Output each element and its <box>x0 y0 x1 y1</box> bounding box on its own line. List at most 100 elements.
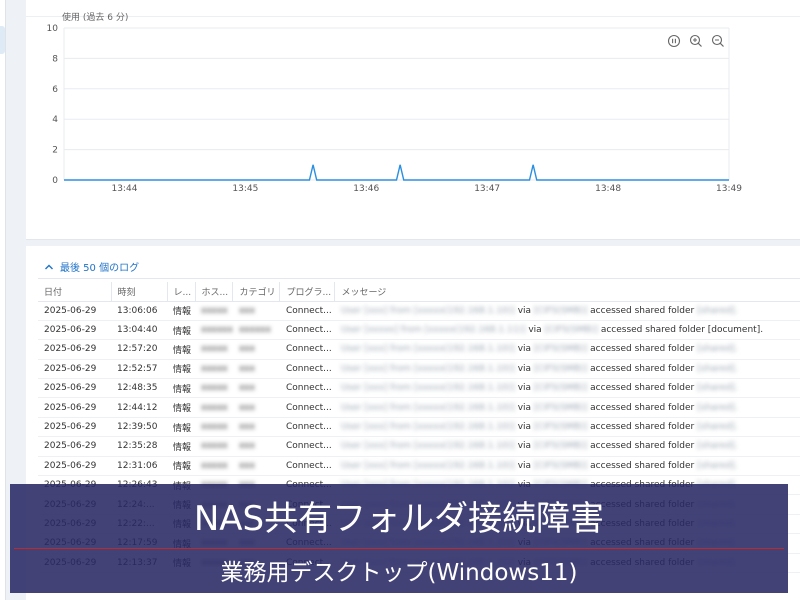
message-via: via <box>517 441 532 452</box>
message-action: accessed shared folder <box>600 325 705 336</box>
y-tick-label: 0 <box>52 176 58 186</box>
cell-program: Connect... <box>279 359 335 380</box>
cell-host: xxxxx <box>195 339 233 360</box>
x-tick-label: 13:48 <box>595 184 621 194</box>
column-header-message[interactable]: メッセージ <box>334 282 800 302</box>
column-header-date[interactable]: 日付 <box>38 282 112 302</box>
message-protocol: [CIFS(SMB)] <box>533 344 588 355</box>
cell-host: xxxxxx <box>195 320 233 341</box>
cell-level: 情報 <box>167 456 195 477</box>
cell-message: User [xxx] from [xxxxx(192.168.1.10)] vi… <box>334 397 800 418</box>
message-user-source: User [xxx] from [xxxxx(192.168.1.10)] <box>340 383 515 394</box>
cell-level: 情報 <box>167 397 195 418</box>
message-user-source: User [xxx] from [xxxxx(192.168.1.10)] <box>340 305 515 316</box>
cell-level: 情報 <box>167 436 195 457</box>
cell-program: Connect... <box>279 301 335 321</box>
log-row[interactable]: 2025-06-29 13:04:40 情報 xxxxxx xxxxxx Connect.… <box>38 320 800 341</box>
chart-panel: 使用 (過去 6 分) 0 2 4 6 8 10 13:44 13:45 13:46 13:47… <box>26 0 800 240</box>
caption-rule <box>14 548 784 549</box>
message-via: via <box>517 402 532 413</box>
cell-level: 情報 <box>167 359 195 380</box>
message-via: via <box>517 422 532 433</box>
zoom-out-icon[interactable] <box>711 33 725 47</box>
cell-program: Connect... <box>279 320 335 341</box>
cell-time: 12:48:35 <box>111 378 167 399</box>
cell-category: xxx <box>232 436 280 457</box>
message-folder: [shared]. <box>697 305 738 316</box>
message-via: via <box>517 363 532 374</box>
message-action: accessed shared folder <box>590 460 695 471</box>
cell-message: User [xxx] from [xxxxx(192.168.1.10)] vi… <box>334 417 800 438</box>
cell-date: 2025-06-29 <box>38 378 111 399</box>
cell-time: 12:44:12 <box>111 397 167 418</box>
cell-level: 情報 <box>167 339 195 360</box>
log-section-toggle[interactable]: 最後 50 個のログ <box>44 259 139 274</box>
column-header-program[interactable]: プログラ... <box>279 282 336 302</box>
log-row[interactable]: 2025-06-29 13:06:06 情報 xxxxx xxx Connect... Us… <box>38 301 800 321</box>
message-folder: [shared]. <box>697 441 738 452</box>
cell-time: 13:04:40 <box>111 320 167 341</box>
message-folder: [shared]. <box>697 383 738 394</box>
y-tick-label: 10 <box>47 24 59 34</box>
cell-category: xxx <box>232 339 280 360</box>
log-row[interactable]: 2025-06-29 12:48:35 情報 xxxxx xxx Connect... Us… <box>38 378 800 399</box>
cell-date: 2025-06-29 <box>38 456 111 477</box>
cell-time: 13:06:06 <box>111 301 167 321</box>
series-line <box>64 164 729 181</box>
cell-date: 2025-06-29 <box>38 320 111 341</box>
caption-title: NAS共有フォルダ接続障害 <box>193 499 605 539</box>
cell-program: Connect... <box>279 339 335 360</box>
log-row[interactable]: 2025-06-29 12:39:50 情報 xxxxx xxx Connect... Us… <box>38 417 800 438</box>
cell-date: 2025-06-29 <box>38 436 111 457</box>
chevron-up-icon <box>45 264 53 269</box>
message-folder: [shared]. <box>697 422 738 433</box>
cell-category: xxx <box>232 417 280 438</box>
y-tick-label: 6 <box>52 85 58 95</box>
message-user-source: User [xxx] from [xxxxx(192.168.1.10)] <box>340 441 515 452</box>
x-tick-label: 13:44 <box>111 184 137 194</box>
cell-date: 2025-06-29 <box>38 417 111 438</box>
zoom-in-icon[interactable] <box>689 33 703 47</box>
cell-category: xxxxxx <box>232 320 280 341</box>
message-via: via <box>517 383 532 394</box>
x-tick-label: 13:47 <box>474 184 500 194</box>
sidebar-active-item[interactable] <box>0 26 5 54</box>
message-user-source: User [xxx] from [xxxxx(192.168.1.10)] <box>340 363 515 374</box>
log-row[interactable]: 2025-06-29 12:35:28 情報 xxxxx xxx Connect... Us… <box>38 436 800 457</box>
x-tick-label: 13:46 <box>353 184 379 194</box>
message-action: accessed shared folder <box>590 441 695 452</box>
cell-date: 2025-06-29 <box>38 339 111 360</box>
cell-time: 12:57:20 <box>111 339 167 360</box>
message-protocol: [CIFS(SMB)] <box>533 305 588 316</box>
message-protocol: [CIFS(SMB)] <box>533 363 588 374</box>
message-via: via <box>517 344 532 355</box>
column-header-time[interactable]: 時刻 <box>111 282 168 302</box>
cell-level: 情報 <box>167 320 195 341</box>
log-table-header: 日付 時刻 レ... ホス... カテゴリ プログラ... メッセージ <box>38 282 800 302</box>
message-protocol: [CIFS(SMB)] <box>533 441 588 452</box>
cell-category: xxx <box>232 397 280 418</box>
pause-icon[interactable] <box>667 33 681 48</box>
message-user-source: User [xxx] from [xxxxx(192.168.1.10)] <box>340 344 515 355</box>
column-header-level[interactable]: レ... <box>167 282 196 302</box>
caption-overlay: NAS共有フォルダ接続障害 業務用デスクトップ(Windows11) <box>10 484 788 593</box>
cell-date: 2025-06-29 <box>38 397 111 418</box>
column-header-host[interactable]: ホス... <box>195 282 234 302</box>
message-action: accessed shared folder <box>590 383 695 394</box>
column-header-category[interactable]: カテゴリ <box>232 282 281 302</box>
cell-time: 12:31:06 <box>111 456 167 477</box>
log-row[interactable]: 2025-06-29 12:57:20 情報 xxxxx xxx Connect... Us… <box>38 339 800 360</box>
cell-category: xxx <box>232 378 280 399</box>
x-tick-label: 13:49 <box>716 184 742 194</box>
log-row[interactable]: 2025-06-29 12:44:12 情報 xxxxx xxx Connect... Us… <box>38 397 800 418</box>
cell-host: xxxxx <box>195 436 233 457</box>
cell-program: Connect... <box>279 378 335 399</box>
cell-program: Connect... <box>279 417 335 438</box>
log-row[interactable]: 2025-06-29 12:52:57 情報 xxxxx xxx Connect... Us… <box>38 359 800 380</box>
cell-host: xxxxx <box>195 301 233 321</box>
chart-toolbar <box>667 33 725 48</box>
cell-level: 情報 <box>167 378 195 399</box>
cell-category: xxx <box>232 359 280 380</box>
log-row[interactable]: 2025-06-29 12:31:06 情報 xxxxx xxx Connect... Us… <box>38 456 800 477</box>
cell-message: User [xxx] from [xxxxx(192.168.1.10)] vi… <box>334 359 800 380</box>
